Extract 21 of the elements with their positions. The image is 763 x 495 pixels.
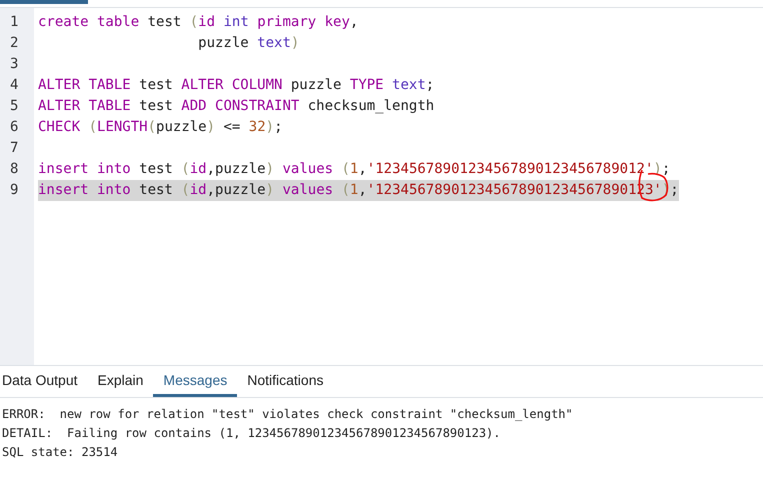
message-line: ERROR: new row for relation "test" violates check constraint "checksum_length" — [2, 406, 574, 423]
code-line: CHECK (LENGTH(puzzle) <= 32); — [38, 118, 282, 137]
line-number: 5 — [10, 98, 18, 114]
panel-tab[interactable]: Notifications — [237, 366, 334, 397]
code-line: ALTER TABLE test ADD CONSTRAINT checksum_length — [38, 97, 434, 116]
line-number: 3 — [10, 56, 18, 72]
line-number: 7 — [10, 140, 18, 156]
line-number: 2 — [10, 35, 18, 51]
message-line: DETAIL: Failing row contains (1, 123456789012345678901234567890123). — [2, 425, 502, 442]
code-line: ALTER TABLE test ALTER COLUMN puzzle TYPE text; — [38, 76, 434, 95]
panel-tab[interactable]: Messages — [153, 366, 238, 397]
line-number: 6 — [10, 119, 18, 135]
line-number: 9 — [10, 182, 18, 198]
line-number: 8 — [10, 161, 18, 177]
line-number: 1 — [10, 14, 18, 30]
code-line: puzzle text) — [197, 34, 300, 53]
code-line: create table test (id int primary key, — [38, 13, 358, 32]
panel-tab[interactable]: Data Output — [0, 366, 88, 397]
line-number: 4 — [10, 77, 18, 93]
panel-tab[interactable]: Explain — [88, 366, 154, 397]
message-line: SQL state: 23514 — [2, 444, 119, 461]
